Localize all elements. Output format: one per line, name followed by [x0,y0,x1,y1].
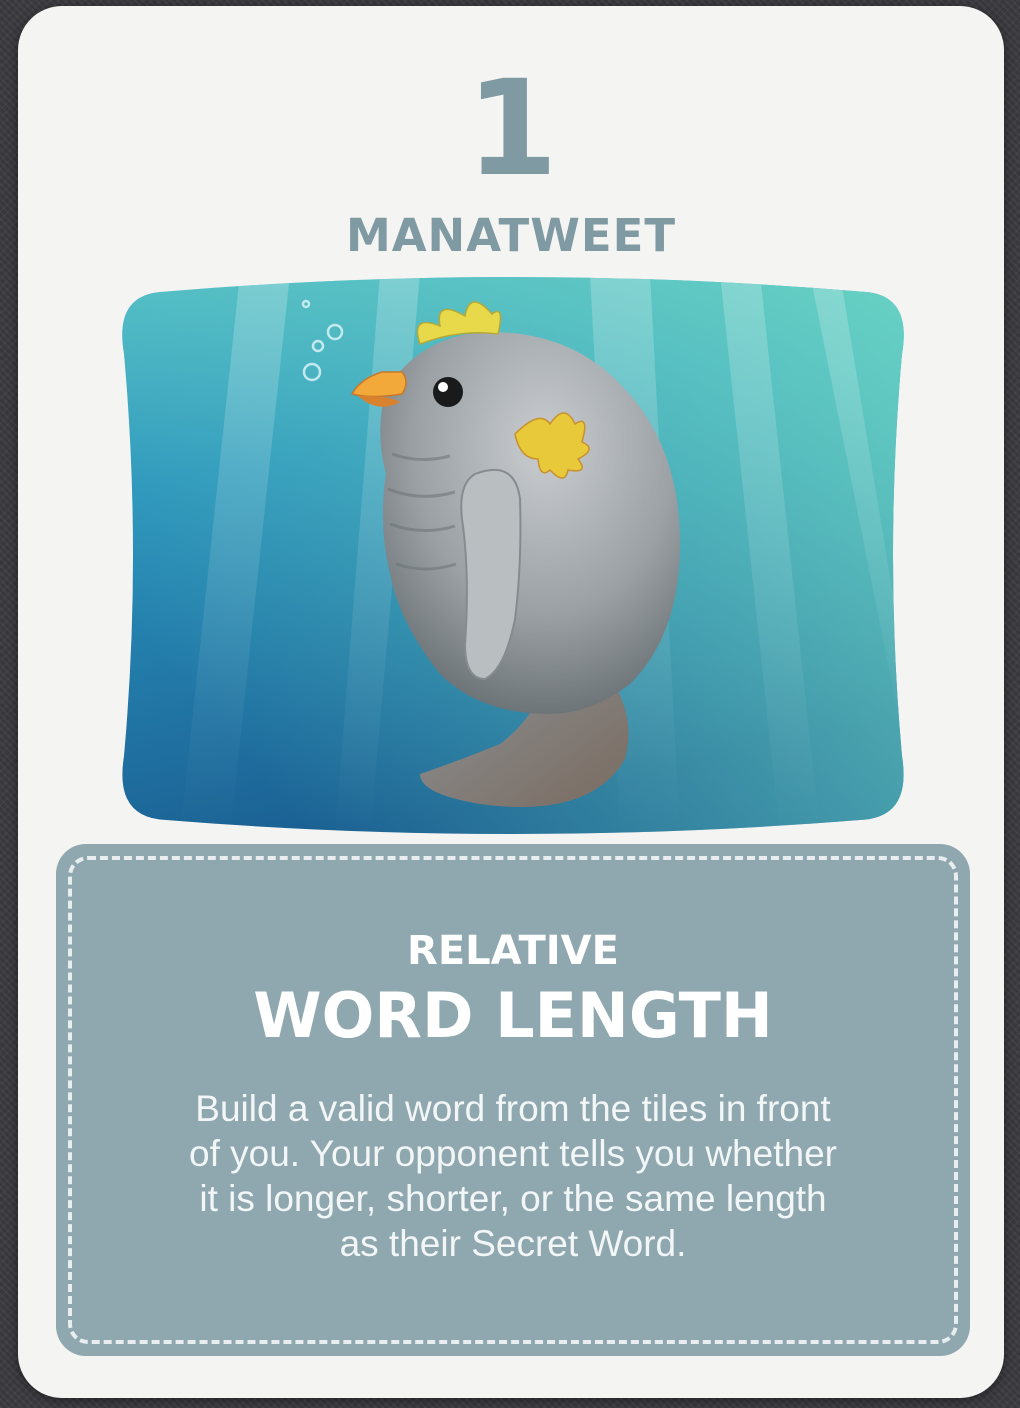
game-card: 1 MANATWEET RELATIVE WORD LENGTH Build a… [18,6,1004,1398]
rule-line: as their Secret Word. [339,1223,687,1264]
card-artwork [120,274,906,836]
rule-line: of you. Your opponent tells you whether [189,1133,837,1174]
rule-title: WORD LENGTH [253,979,773,1052]
rule-line: it is longer, shorter, or the same lengt… [199,1178,827,1219]
rule-description: Build a valid word from the tiles in fro… [112,1086,914,1266]
rule-panel: RELATIVE WORD LENGTH Build a valid word … [56,844,970,1356]
card-number: 1 [466,52,558,206]
manatee-illustration [122,277,904,834]
card-name: MANATWEET [345,209,677,262]
eye-icon [433,377,463,407]
rule-line: Build a valid word from the tiles in fro… [195,1088,831,1129]
rule-subtitle: RELATIVE [407,928,619,974]
